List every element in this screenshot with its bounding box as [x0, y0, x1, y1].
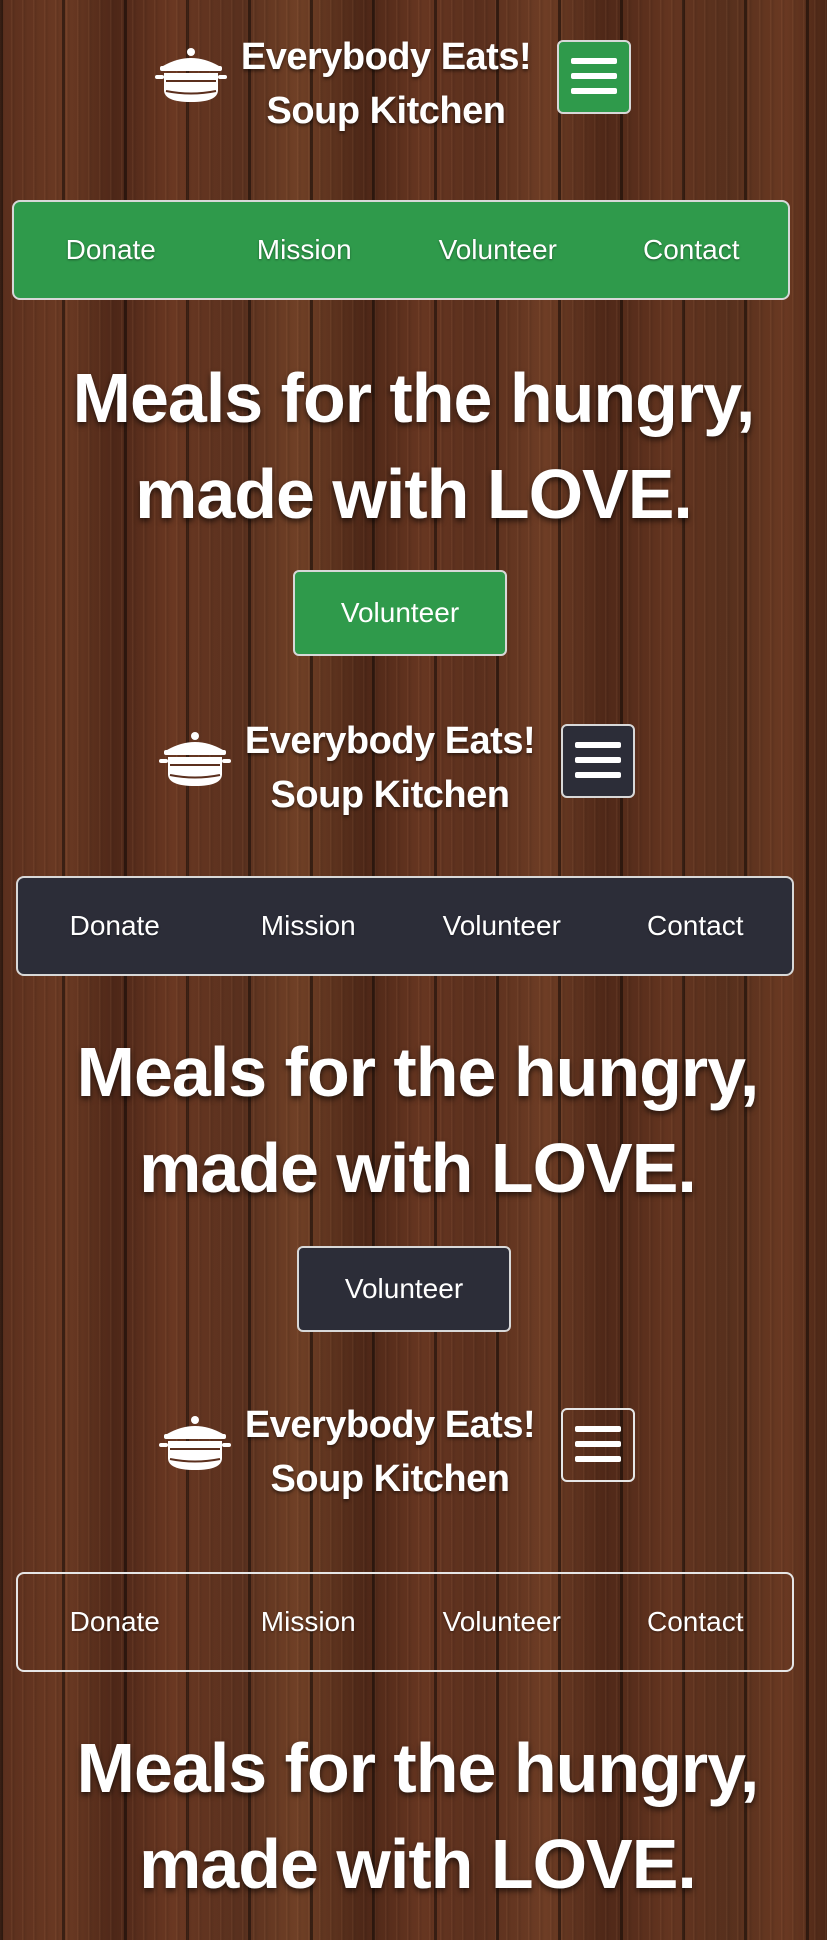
page-variant-dark: Everybody Eats! Soup Kitchen Donate Miss…: [0, 680, 827, 1370]
nav-item-mission[interactable]: Mission: [212, 1606, 406, 1638]
main-nav: Donate Mission Volunteer Contact: [16, 1572, 794, 1672]
brand-name[interactable]: Everybody Eats! Soup Kitchen: [240, 1398, 540, 1506]
nav-item-mission[interactable]: Mission: [212, 910, 406, 942]
soup-pot-icon: [158, 1414, 232, 1474]
hero-headline: Meals for the hungry, made with LOVE.: [4, 1024, 827, 1216]
menu-toggle-button[interactable]: [561, 1408, 635, 1482]
nav-item-volunteer[interactable]: Volunteer: [405, 1606, 599, 1638]
hero-headline: Meals for the hungry, made with LOVE.: [4, 1720, 827, 1912]
volunteer-cta-button[interactable]: Volunteer: [293, 570, 507, 656]
page-variant-green: Everybody Eats! Soup Kitchen Donate Miss…: [0, 0, 827, 680]
soup-pot-icon: [158, 730, 232, 790]
soup-pot-icon: [154, 46, 228, 106]
brand-line-2: Soup Kitchen: [266, 90, 506, 132]
hamburger-bar: [571, 88, 617, 94]
brand-line-1: Everybody Eats!: [240, 36, 532, 78]
brand-line-1: Everybody Eats!: [244, 720, 536, 762]
site-header: Everybody Eats! Soup Kitchen: [0, 1396, 827, 1500]
nav-item-volunteer[interactable]: Volunteer: [405, 910, 599, 942]
hamburger-bar: [575, 772, 621, 778]
nav-item-donate[interactable]: Donate: [14, 234, 208, 266]
page-variant-outline: Everybody Eats! Soup Kitchen Donate Miss…: [0, 1370, 827, 1940]
hero-headline-line-1: Meals for the hungry,: [76, 1729, 760, 1807]
brand-name[interactable]: Everybody Eats! Soup Kitchen: [236, 30, 536, 138]
site-header: Everybody Eats! Soup Kitchen: [0, 712, 827, 816]
menu-toggle-button[interactable]: [561, 724, 635, 798]
brand-line-2: Soup Kitchen: [270, 774, 510, 816]
hamburger-bar: [575, 1456, 621, 1462]
hero-headline-line-1: Meals for the hungry,: [76, 1033, 760, 1111]
hamburger-menu-icon: [571, 58, 617, 64]
nav-item-donate[interactable]: Donate: [18, 910, 212, 942]
hamburger-menu-icon: [575, 1426, 621, 1432]
brand-line-1: Everybody Eats!: [244, 1404, 536, 1446]
main-nav: Donate Mission Volunteer Contact: [12, 200, 790, 300]
nav-item-mission[interactable]: Mission: [208, 234, 402, 266]
nav-item-contact[interactable]: Contact: [595, 234, 789, 266]
brand-line-2: Soup Kitchen: [270, 1458, 510, 1500]
hamburger-bar: [575, 757, 621, 763]
hero-headline-line-2: made with LOVE.: [139, 1129, 697, 1207]
hero-headline-line-2: made with LOVE.: [135, 455, 693, 533]
nav-item-donate[interactable]: Donate: [18, 1606, 212, 1638]
nav-item-contact[interactable]: Contact: [599, 910, 793, 942]
hamburger-menu-icon: [575, 742, 621, 748]
hamburger-bar: [575, 1441, 621, 1447]
hero-headline: Meals for the hungry, made with LOVE.: [0, 350, 827, 542]
hero-headline-line-2: made with LOVE.: [139, 1825, 697, 1903]
volunteer-cta-button[interactable]: Volunteer: [297, 1246, 511, 1332]
nav-item-volunteer[interactable]: Volunteer: [401, 234, 595, 266]
hero-headline-line-1: Meals for the hungry,: [72, 359, 756, 437]
site-header: Everybody Eats! Soup Kitchen: [0, 28, 827, 132]
main-nav: Donate Mission Volunteer Contact: [16, 876, 794, 976]
hamburger-bar: [571, 73, 617, 79]
brand-name[interactable]: Everybody Eats! Soup Kitchen: [240, 714, 540, 822]
menu-toggle-button[interactable]: [557, 40, 631, 114]
nav-item-contact[interactable]: Contact: [599, 1606, 793, 1638]
